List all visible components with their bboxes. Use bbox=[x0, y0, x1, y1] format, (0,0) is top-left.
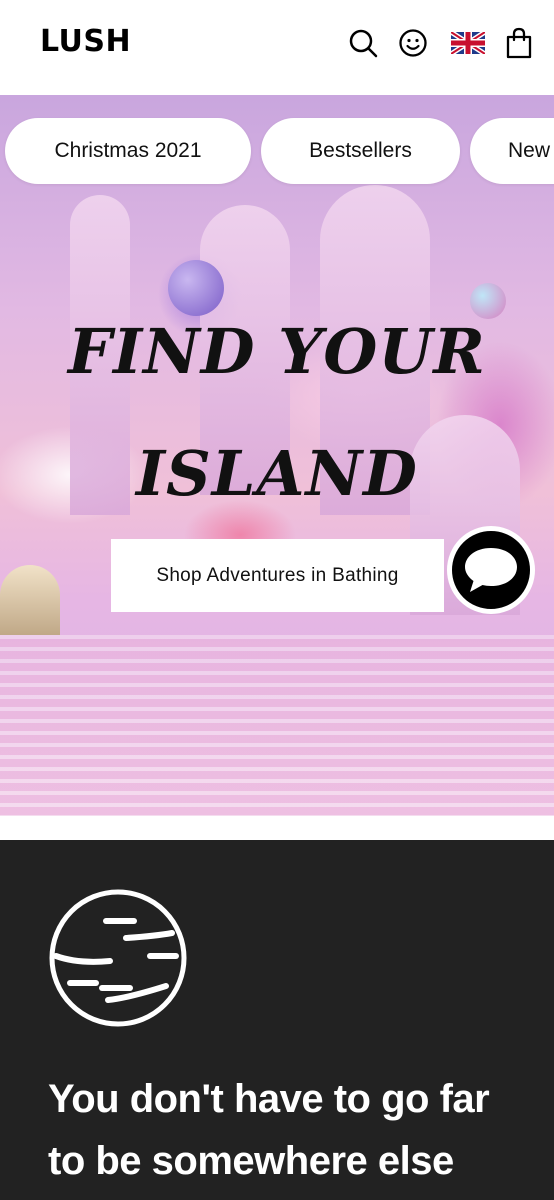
uk-flag-icon[interactable] bbox=[450, 26, 486, 60]
hero-headline-line2: ISLAND bbox=[136, 437, 418, 510]
bag-icon[interactable] bbox=[502, 26, 536, 60]
hero-headline-line1: FIND YOUR bbox=[68, 315, 486, 388]
hero-decor-sphere bbox=[470, 283, 506, 319]
promo-tagline: You don't have to go far to be somewhere… bbox=[48, 1068, 528, 1192]
site-header: LUSH bbox=[0, 0, 554, 95]
shop-adventures-button[interactable]: Shop Adventures in Bathing bbox=[111, 539, 444, 612]
account-icon[interactable] bbox=[396, 26, 430, 60]
hero-decor-sphere bbox=[168, 260, 224, 316]
hero-decor-rock bbox=[0, 565, 60, 645]
chat-button[interactable] bbox=[447, 526, 535, 614]
promo-tagline-line1: You don't have to go far bbox=[48, 1077, 490, 1121]
nav-pill-new[interactable]: New bbox=[470, 118, 554, 184]
chat-bubble-icon bbox=[465, 548, 517, 592]
globe-icon bbox=[48, 888, 188, 1033]
promo-section: You don't have to go far to be somewhere… bbox=[0, 840, 554, 1200]
promo-tagline-line2: to be somewhere else bbox=[48, 1139, 454, 1183]
search-icon[interactable] bbox=[346, 26, 380, 60]
lush-logo[interactable]: LUSH bbox=[40, 24, 131, 59]
hero-banner[interactable]: Christmas 2021 Bestsellers New FIND YOUR… bbox=[0, 95, 554, 816]
nav-pill-bestsellers[interactable]: Bestsellers bbox=[261, 118, 460, 184]
nav-pill-christmas[interactable]: Christmas 2021 bbox=[5, 118, 251, 184]
hero-water-reflection bbox=[0, 635, 554, 816]
